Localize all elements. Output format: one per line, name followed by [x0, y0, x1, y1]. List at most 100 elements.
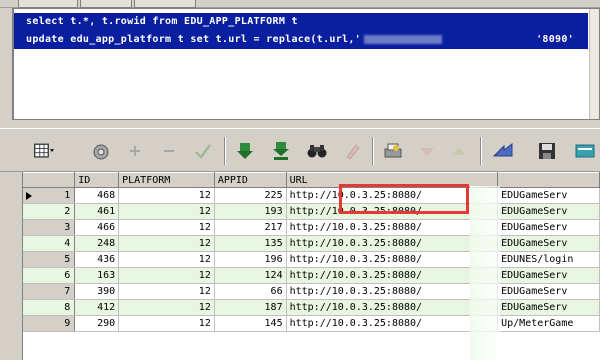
cell-extra[interactable]: EDUGameServ: [497, 267, 600, 284]
blurred-region: [470, 186, 500, 360]
table-row[interactable]: 9 290 12 145 http://10.0.3.25:8080/Up/MeterG…: [23, 315, 600, 332]
column-header-appid[interactable]: APPID: [214, 172, 287, 188]
lock-button[interactable]: [88, 137, 114, 165]
cell-appid[interactable]: 217: [214, 219, 287, 236]
cell-url[interactable]: http://10.0.3.25:8080/: [286, 315, 499, 332]
row-number[interactable]: 6: [23, 267, 76, 284]
row-number[interactable]: 5: [23, 251, 76, 268]
cell-extra[interactable]: Up/MeterGame: [497, 315, 600, 332]
cell-appid[interactable]: 225: [214, 187, 287, 204]
cell-platform[interactable]: 12: [118, 187, 215, 204]
prev-up-icon: [452, 147, 466, 155]
cell-platform[interactable]: 12: [118, 203, 215, 220]
cell-extra[interactable]: EDUGameServ: [497, 283, 600, 300]
table-header-row: ID PLATFORM APPID URL: [23, 172, 600, 188]
fetch-next-button[interactable]: [232, 137, 258, 165]
print-button[interactable]: [380, 137, 406, 165]
export-icon: [575, 144, 595, 158]
cell-appid[interactable]: 193: [214, 203, 287, 220]
delete-record-button[interactable]: [156, 137, 182, 165]
cell-id[interactable]: 390: [74, 283, 120, 300]
cell-id[interactable]: 461: [74, 203, 120, 220]
table-row[interactable]: 1 468 12 225 http://10.0.3.25:8080/EDUGameSe…: [23, 187, 600, 204]
cell-appid[interactable]: 187: [214, 299, 287, 316]
sql-editor[interactable]: select t.*, t.rowid from EDU_APP_PLATFOR…: [12, 8, 600, 120]
row-number[interactable]: 4: [23, 235, 76, 252]
cell-extra[interactable]: EDUNES/login: [497, 251, 600, 268]
cell-platform[interactable]: 12: [118, 251, 215, 268]
post-check-icon: [195, 144, 211, 159]
cell-url[interactable]: http://10.0.3.25:8080/: [286, 299, 499, 316]
toolbar-separator: [224, 137, 226, 165]
cell-platform[interactable]: 12: [118, 219, 215, 236]
pane-splitter[interactable]: [0, 120, 600, 128]
tab-sql[interactable]: [18, 0, 78, 8]
fetch-all-button[interactable]: [268, 137, 294, 165]
add-record-button[interactable]: [122, 137, 148, 165]
tab-output[interactable]: [80, 0, 132, 8]
row-number[interactable]: 9: [23, 315, 76, 332]
column-header-id[interactable]: ID: [74, 172, 120, 188]
prev-button[interactable]: [446, 137, 472, 165]
cell-extra[interactable]: EDUGameServ: [497, 299, 600, 316]
cell-id[interactable]: 412: [74, 299, 120, 316]
cell-appid[interactable]: 66: [214, 283, 287, 300]
url-highlight-box: [339, 184, 469, 214]
cell-appid[interactable]: 124: [214, 267, 287, 284]
cell-platform[interactable]: 12: [118, 235, 215, 252]
cell-platform[interactable]: 12: [118, 283, 215, 300]
table-row[interactable]: 7 390 12 66 http://10.0.3.25:8080/EDUGameSer…: [23, 283, 600, 300]
post-button[interactable]: [190, 137, 216, 165]
cell-url[interactable]: http://10.0.3.25:8080/: [286, 267, 499, 284]
sql-line-1: select t.*, t.rowid from EDU_APP_PLATFOR…: [14, 13, 588, 31]
cell-url[interactable]: http://10.0.3.25:8080/: [286, 219, 499, 236]
table-row[interactable]: 4 248 12 135 http://10.0.3.25:8080/EDUGameSe…: [23, 235, 600, 252]
add-record-icon: [130, 146, 140, 156]
download-all-icon: [273, 142, 289, 160]
next-button[interactable]: [414, 137, 440, 165]
column-header-extra[interactable]: [497, 172, 600, 188]
cell-platform[interactable]: 12: [118, 299, 215, 316]
cell-extra[interactable]: EDUGameServ: [497, 219, 600, 236]
cell-id[interactable]: 163: [74, 267, 120, 284]
cell-platform[interactable]: 12: [118, 267, 215, 284]
query-by-example-button[interactable]: [490, 137, 516, 165]
cell-appid[interactable]: 145: [214, 315, 287, 332]
row-number[interactable]: 1: [23, 187, 76, 204]
cell-id[interactable]: 248: [74, 235, 120, 252]
table-row[interactable]: 5 436 12 196 http://10.0.3.25:8080/EDUNES/lo…: [23, 251, 600, 268]
row-number[interactable]: 7: [23, 283, 76, 300]
cell-platform[interactable]: 12: [118, 315, 215, 332]
cell-id[interactable]: 468: [74, 187, 120, 204]
tab-statistics[interactable]: [134, 0, 196, 8]
table-row[interactable]: 2 461 12 193 http://10.0.3.25:8080/EDUGameSe…: [23, 203, 600, 220]
cell-url[interactable]: http://10.0.3.25:8080/: [286, 235, 499, 252]
find-button[interactable]: [304, 137, 330, 165]
cell-id[interactable]: 466: [74, 219, 120, 236]
cell-id[interactable]: 436: [74, 251, 120, 268]
table-row[interactable]: 6 163 12 124 http://10.0.3.25:8080/EDUGameSe…: [23, 267, 600, 284]
sql-editor-scrollbar[interactable]: [589, 9, 599, 119]
row-number[interactable]: 3: [23, 219, 76, 236]
cell-extra[interactable]: EDUGameServ: [497, 203, 600, 220]
cell-extra[interactable]: EDUGameServ: [497, 235, 600, 252]
row-number-header[interactable]: [23, 172, 76, 188]
export-button[interactable]: [570, 137, 600, 165]
sql-line-2: update edu_app_platform t set t.url = re…: [14, 31, 588, 49]
column-header-platform[interactable]: PLATFORM: [118, 172, 215, 188]
clear-button[interactable]: [340, 137, 366, 165]
cell-appid[interactable]: 135: [214, 235, 287, 252]
redacted-text: [364, 34, 442, 44]
table-row[interactable]: 3 466 12 217 http://10.0.3.25:8080/EDUGameSe…: [23, 219, 600, 236]
sql-line-2-end: '8090': [536, 34, 574, 45]
cell-id[interactable]: 290: [74, 315, 120, 332]
row-number[interactable]: 2: [23, 203, 76, 220]
row-number[interactable]: 8: [23, 299, 76, 316]
cell-url[interactable]: http://10.0.3.25:8080/: [286, 283, 499, 300]
grid-view-button[interactable]: [26, 137, 62, 165]
save-button[interactable]: [534, 137, 560, 165]
cell-appid[interactable]: 196: [214, 251, 287, 268]
cell-url[interactable]: http://10.0.3.25:8080/: [286, 251, 499, 268]
cell-extra[interactable]: EDUGameServ: [497, 187, 600, 204]
table-row[interactable]: 8 412 12 187 http://10.0.3.25:8080/EDUGameSe…: [23, 299, 600, 316]
